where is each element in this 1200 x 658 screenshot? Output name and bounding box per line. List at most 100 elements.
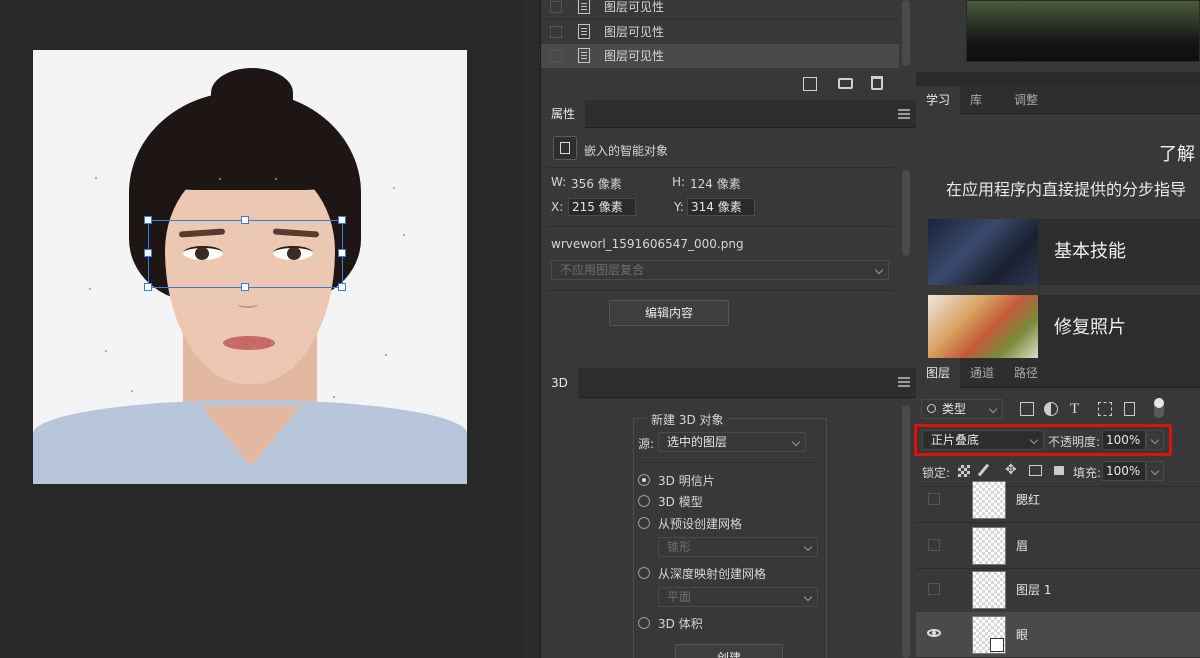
checkbox[interactable]: [550, 1, 562, 13]
tab-3d[interactable]: 3D: [541, 368, 578, 398]
layer-name[interactable]: 眉: [1016, 523, 1028, 569]
layer-visibility-toggle[interactable]: [928, 539, 940, 551]
transform-bounding-box[interactable]: [148, 220, 343, 288]
shape-filter-icon[interactable]: [1098, 402, 1112, 416]
smart-object-filter-icon[interactable]: [1124, 402, 1135, 416]
x-position-field[interactable]: 215 像素: [568, 198, 636, 216]
option-label: 从预设创建网格: [658, 517, 743, 531]
panel-menu-icon[interactable]: [898, 109, 910, 119]
transform-handle-tc[interactable]: [241, 216, 249, 224]
lock-brush-icon[interactable]: [977, 463, 990, 477]
layer-name[interactable]: 图层 1: [1016, 567, 1051, 613]
radio-3d-model[interactable]: [638, 495, 650, 507]
layer-thumbnail: [972, 481, 1006, 519]
layer-filter-dropdown[interactable]: 类型: [921, 399, 1003, 419]
list-item-label: 图层可见性: [604, 0, 665, 14]
new-comp-icon[interactable]: [803, 77, 817, 91]
transform-handle-bl[interactable]: [144, 283, 152, 291]
scrollbar[interactable]: [902, 405, 910, 658]
type-filter-icon[interactable]: T: [1070, 402, 1084, 417]
learn-card-fix-photo[interactable]: 修复照片: [928, 295, 1200, 361]
option-label: 3D 明信片: [658, 474, 715, 488]
depth-map-dropdown[interactable]: 平面: [658, 587, 818, 607]
properties-tabbar: 属性: [541, 100, 916, 128]
navigator-preview[interactable]: [966, 0, 1200, 62]
tab-layers[interactable]: 图层: [916, 358, 961, 388]
list-item-label: 图层可见性: [604, 49, 665, 63]
landmark-dot: [271, 342, 273, 344]
transform-handle-ml[interactable]: [144, 249, 152, 257]
layer-comp-dropdown[interactable]: 不应用图层复合: [551, 260, 889, 280]
layer-row[interactable]: 腮红: [916, 477, 1200, 523]
transform-handle-bc[interactable]: [241, 283, 249, 291]
right-panel-column: 学习 库 调整 了解 在应用程序内直接提供的分步指导 基本技能 修复照片 图层 …: [914, 0, 1200, 658]
layer-name[interactable]: 眼: [1016, 612, 1028, 658]
radio-mesh-from-preset[interactable]: [638, 517, 650, 529]
portrait-nose: [237, 300, 259, 308]
list-item[interactable]: 图层可见性: [541, 19, 899, 43]
blend-mode-dropdown[interactable]: 正片叠底: [922, 430, 1044, 450]
tab-channels[interactable]: 通道: [960, 358, 1004, 388]
learn-card-basic-skills[interactable]: 基本技能: [928, 219, 1200, 285]
landmark-dot: [385, 354, 387, 356]
landmark-dot: [229, 342, 231, 344]
eye-icon[interactable]: [927, 629, 941, 637]
preset-dropdown[interactable]: 锥形: [658, 537, 818, 557]
edit-contents-button[interactable]: 编辑内容: [609, 300, 729, 326]
transform-handle-tl[interactable]: [144, 216, 152, 224]
list-item[interactable]: 图层可见性: [541, 44, 899, 68]
source-dropdown[interactable]: 选中的图层: [658, 432, 806, 452]
width-value: 356 像素: [571, 177, 622, 191]
panel-menu-icon[interactable]: [898, 377, 910, 387]
learn-card-label: 基本技能: [1054, 241, 1126, 262]
landmark-dot: [89, 288, 91, 290]
checkbox[interactable]: [550, 26, 562, 38]
radio-3d-postcard[interactable]: [638, 474, 650, 486]
tab-learn[interactable]: 学习: [916, 86, 961, 114]
opacity-field[interactable]: 100%: [1102, 430, 1146, 450]
lock-transparent-icon[interactable]: [958, 465, 970, 477]
image-filter-icon[interactable]: [1020, 402, 1034, 416]
transform-handle-mr[interactable]: [338, 249, 346, 257]
layer-row[interactable]: 图层 1: [916, 567, 1200, 613]
radio-3d-volume[interactable]: [638, 617, 650, 629]
create-button[interactable]: 创建: [675, 644, 783, 658]
trash-icon[interactable]: [871, 76, 883, 90]
chevron-down-icon: [1150, 435, 1160, 445]
lock-artboard-icon[interactable]: [1029, 465, 1042, 476]
layer-visibility-toggle[interactable]: [928, 493, 940, 505]
radio-mesh-from-depth-map[interactable]: [638, 567, 650, 579]
y-position-field[interactable]: 314 像素: [687, 198, 755, 216]
layer-row-selected[interactable]: 眼: [916, 612, 1200, 658]
layer-visibility-toggle[interactable]: [928, 583, 940, 595]
transform-handle-tr[interactable]: [338, 216, 346, 224]
tab-properties[interactable]: 属性: [541, 100, 586, 128]
chevron-down-icon: [988, 404, 998, 414]
document-image[interactable]: [33, 50, 467, 484]
tab-adjustments[interactable]: 调整: [1004, 86, 1048, 114]
tab-library[interactable]: 库: [960, 86, 992, 114]
adjustment-filter-icon[interactable]: [1044, 402, 1058, 416]
group-title: 新建 3D 对象: [647, 411, 728, 428]
lock-move-icon[interactable]: ✥: [1005, 463, 1019, 477]
depth-map-dropdown-label: 平面: [667, 590, 692, 604]
opacity-slider-button[interactable]: [1146, 430, 1164, 450]
scrollbar[interactable]: [902, 170, 910, 256]
learn-tabbar: 学习 库 调整: [916, 86, 1200, 114]
divider: [547, 290, 895, 291]
lock-all-icon[interactable]: [1054, 466, 1064, 475]
document-icon: [578, 24, 590, 39]
layer-filter-label: 类型: [942, 402, 967, 416]
filter-toggle[interactable]: [1154, 398, 1164, 418]
tab-paths[interactable]: 路径: [1004, 358, 1048, 388]
list-item[interactable]: 图层可见性: [541, 0, 899, 19]
layer-row[interactable]: 眉: [916, 523, 1200, 569]
checkbox[interactable]: [550, 50, 562, 62]
scrollbar[interactable]: [902, 0, 910, 66]
option-label: 3D 模型: [658, 495, 703, 509]
camera-icon[interactable]: [838, 78, 853, 89]
layer-name[interactable]: 腮红: [1016, 477, 1040, 523]
landmark-dot: [95, 177, 97, 179]
landmark-dot: [393, 187, 395, 189]
transform-handle-br[interactable]: [338, 283, 346, 291]
